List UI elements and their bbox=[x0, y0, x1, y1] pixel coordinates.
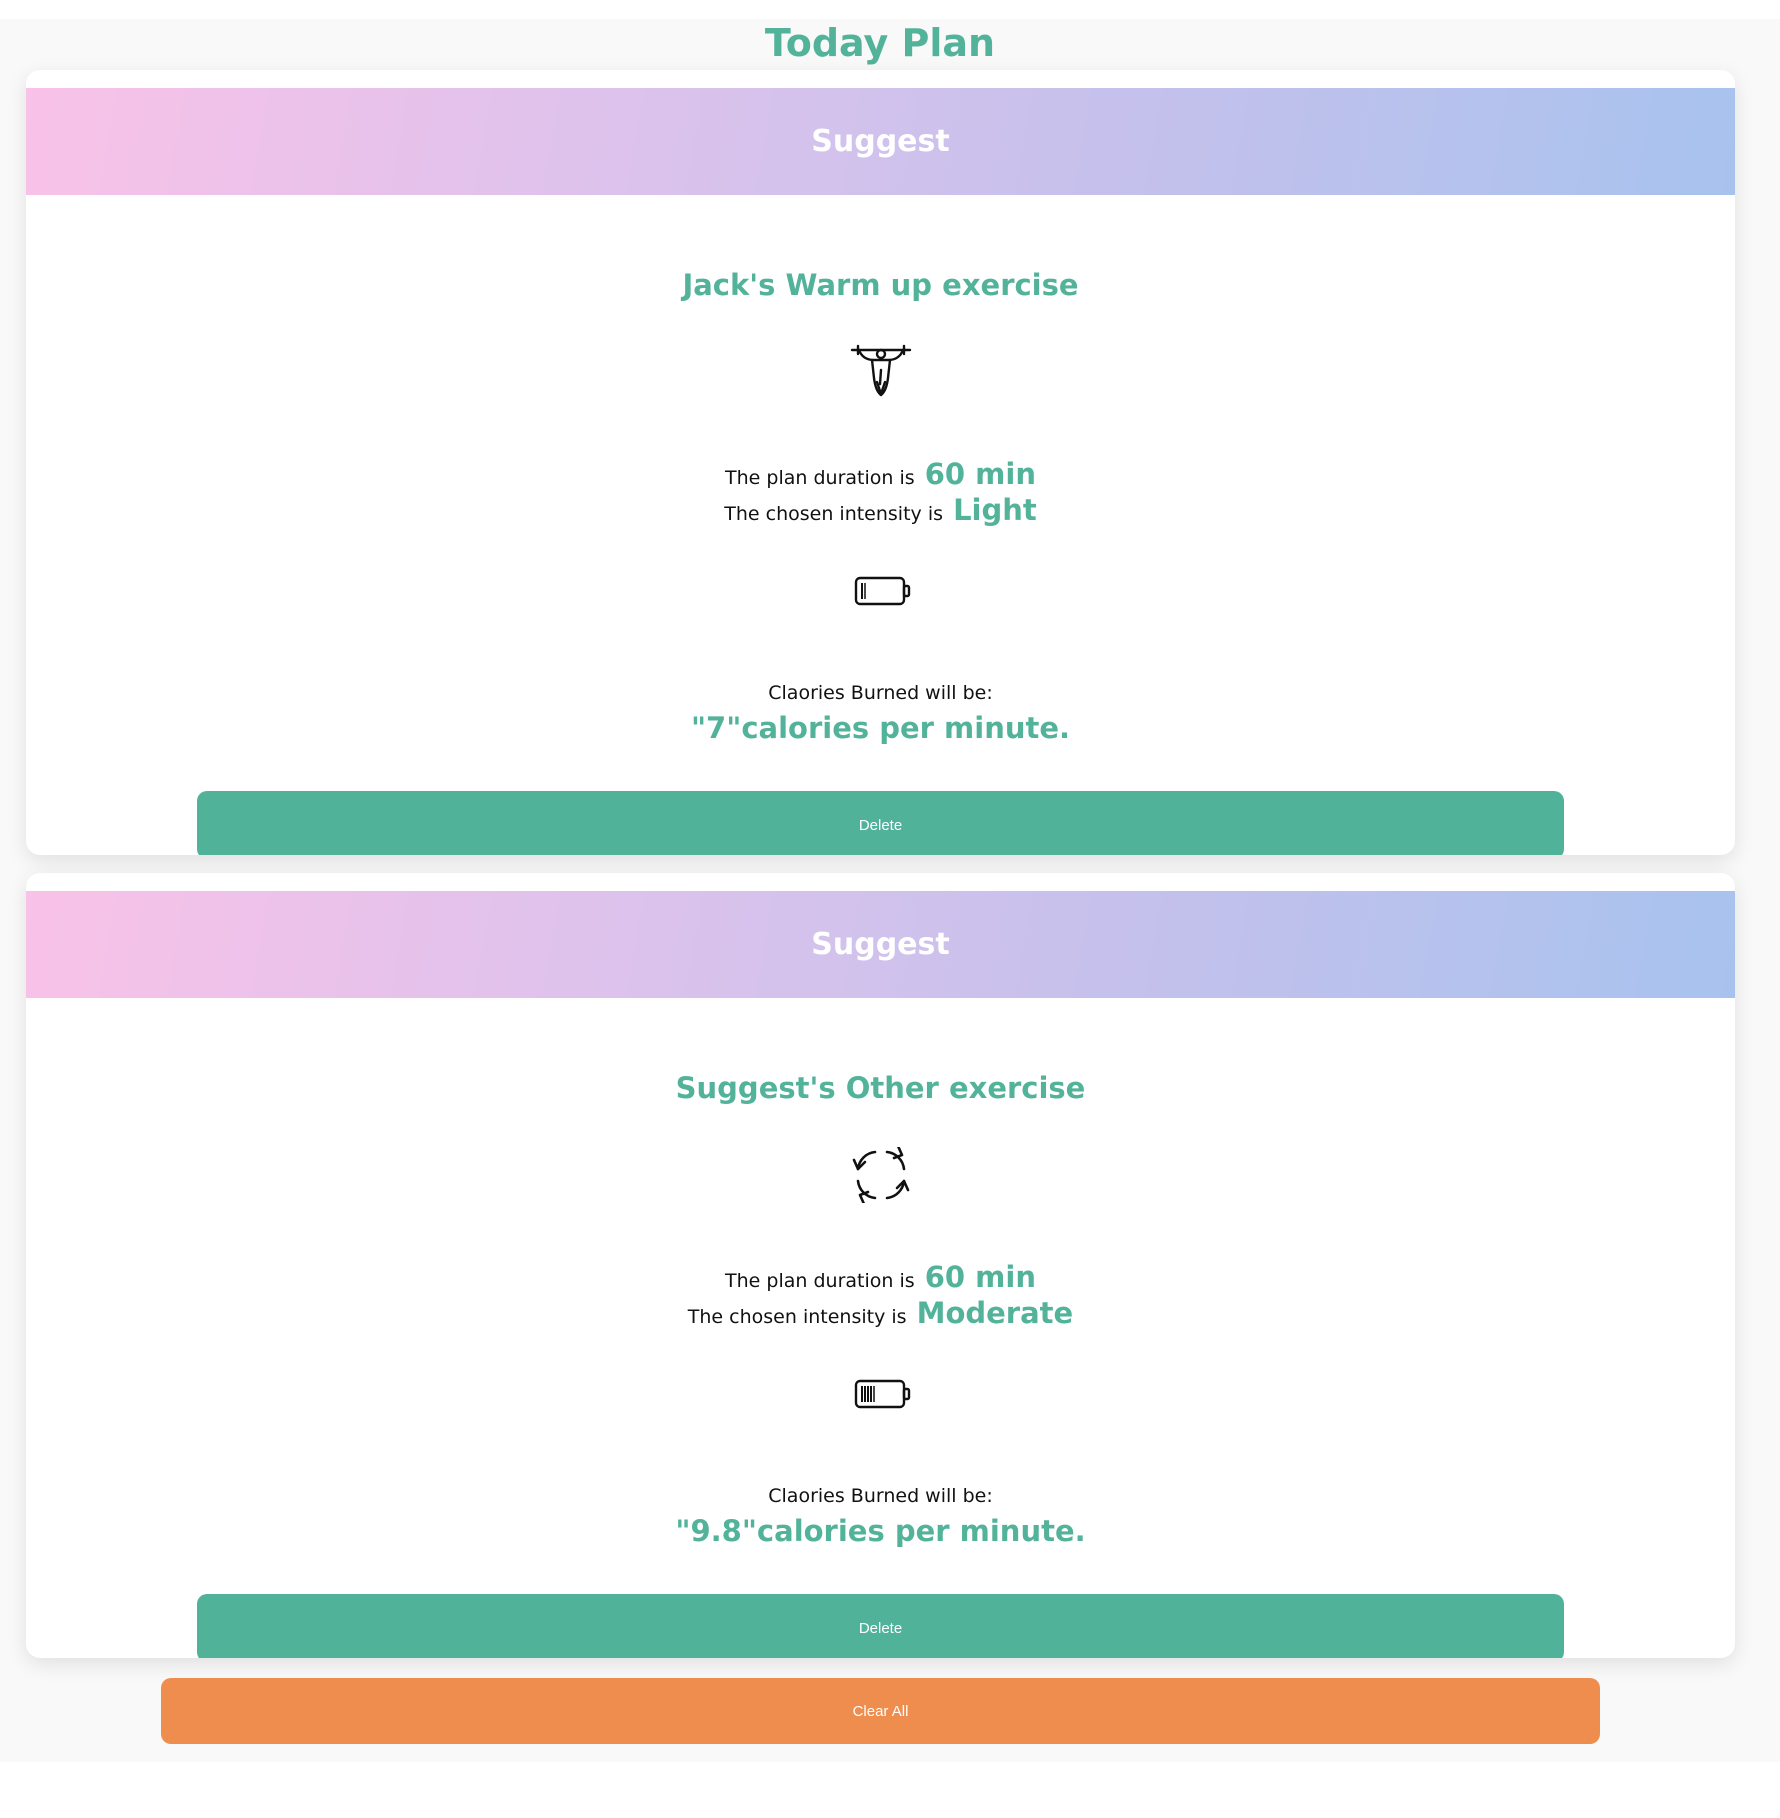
duration-line: The plan duration is 60 min bbox=[26, 1259, 1735, 1295]
calories-value: "7"calories per minute. bbox=[690, 711, 1071, 745]
duration-value: 60 min bbox=[924, 1260, 1036, 1294]
delete-button[interactable]: Delete bbox=[197, 791, 1564, 855]
plan-info: The plan duration is 60 min The chosen i… bbox=[26, 456, 1735, 528]
battery-low-icon bbox=[854, 574, 912, 608]
intensity-prefix: The chosen intensity is bbox=[724, 503, 944, 525]
calories-value: "9.8"calories per minute. bbox=[675, 1514, 1086, 1548]
calories-label: Claories Burned will be: bbox=[768, 682, 993, 704]
duration-value: 60 min bbox=[924, 457, 1036, 491]
page-title: Today Plan bbox=[764, 21, 996, 65]
duration-prefix: The plan duration is bbox=[725, 1270, 915, 1292]
plan-info: The plan duration is 60 min The chosen i… bbox=[26, 1259, 1735, 1331]
card-header: Suggest bbox=[26, 88, 1735, 195]
plan-card: Suggest Suggest's Other exercise The pla… bbox=[26, 873, 1735, 1658]
refresh-cycle-icon bbox=[850, 1144, 912, 1206]
battery-medium-icon bbox=[854, 1377, 912, 1411]
pull-up-icon bbox=[850, 344, 912, 400]
exercise-name: Suggest's Other exercise bbox=[675, 1071, 1086, 1105]
clear-all-button[interactable]: Clear All bbox=[161, 1678, 1600, 1744]
intensity-prefix: The chosen intensity is bbox=[687, 1306, 907, 1328]
duration-line: The plan duration is 60 min bbox=[26, 456, 1735, 492]
calories-label: Claories Burned will be: bbox=[768, 1485, 993, 1507]
intensity-value: Light bbox=[953, 493, 1037, 527]
card-header: Suggest bbox=[26, 891, 1735, 998]
intensity-line: The chosen intensity is Light bbox=[26, 492, 1735, 528]
intensity-value: Moderate bbox=[916, 1296, 1074, 1330]
duration-prefix: The plan duration is bbox=[725, 467, 915, 489]
delete-button[interactable]: Delete bbox=[197, 1594, 1564, 1658]
exercise-name: Jack's Warm up exercise bbox=[682, 268, 1079, 302]
intensity-line: The chosen intensity is Moderate bbox=[26, 1295, 1735, 1331]
plan-card: Suggest Jack's Warm up exercise The plan… bbox=[26, 70, 1735, 855]
